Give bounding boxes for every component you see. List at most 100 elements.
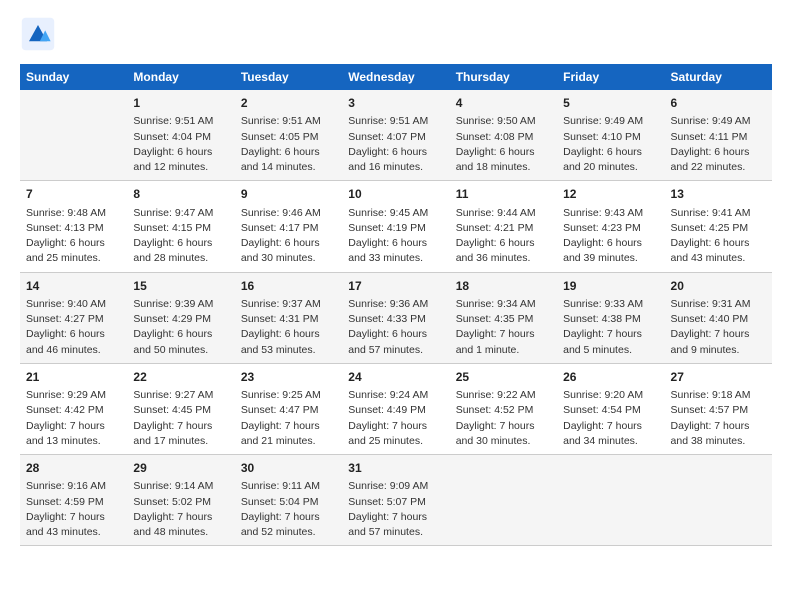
calendar-cell: 8 Sunrise: 9:47 AM Sunset: 4:15 PM Daylig… [127, 181, 234, 272]
calendar-cell: 11 Sunrise: 9:44 AM Sunset: 4:21 PM Dayli… [450, 181, 557, 272]
day-info: Sunrise: 9:37 AM Sunset: 4:31 PM Dayligh… [241, 297, 336, 358]
day-info: Sunrise: 9:16 AM Sunset: 4:59 PM Dayligh… [26, 479, 121, 540]
calendar-cell: 12 Sunrise: 9:43 AM Sunset: 4:23 PM Dayli… [557, 181, 664, 272]
calendar-cell: 2 Sunrise: 9:51 AM Sunset: 4:05 PM Daylig… [235, 90, 342, 181]
calendar-cell: 15 Sunrise: 9:39 AM Sunset: 4:29 PM Dayli… [127, 272, 234, 363]
page-container: SundayMondayTuesdayWednesdayThursdayFrid… [0, 0, 792, 556]
day-number: 11 [456, 186, 551, 203]
calendar-cell: 23Sunrise: 9:25 AM Sunset: 4:47 PM Dayli… [235, 363, 342, 454]
calendar-cell: 27 Sunrise: 9:18 AM Sunset: 4:57 PM Dayli… [665, 363, 772, 454]
weekday-header-monday: Monday [127, 64, 234, 90]
day-number: 21 [26, 369, 121, 386]
calendar-cell: 30 Sunrise: 9:11 AM Sunset: 5:04 PM Dayli… [235, 455, 342, 546]
day-number: 17 [348, 278, 443, 295]
calendar-cell: 5 Sunrise: 9:49 AM Sunset: 4:10 PM Daylig… [557, 90, 664, 181]
calendar-cell: 10Sunrise: 9:45 AM Sunset: 4:19 PM Dayli… [342, 181, 449, 272]
calendar-week-row: 21 Sunrise: 9:29 AM Sunset: 4:42 PM Dayli… [20, 363, 772, 454]
day-info: Sunrise: 9:40 AM Sunset: 4:27 PM Dayligh… [26, 297, 121, 358]
day-number: 6 [671, 95, 766, 112]
weekday-header-thursday: Thursday [450, 64, 557, 90]
day-info: Sunrise: 9:29 AM Sunset: 4:42 PM Dayligh… [26, 388, 121, 449]
day-info: Sunrise: 9:34 AM Sunset: 4:35 PM Dayligh… [456, 297, 551, 358]
day-number: 29 [133, 460, 228, 477]
weekday-header-sunday: Sunday [20, 64, 127, 90]
day-number: 1 [133, 95, 228, 112]
day-number: 27 [671, 369, 766, 386]
day-info: Sunrise: 9:27 AM Sunset: 4:45 PM Dayligh… [133, 388, 228, 449]
calendar-cell: 19 Sunrise: 9:33 AM Sunset: 4:38 PM Dayli… [557, 272, 664, 363]
day-number: 9 [241, 186, 336, 203]
day-number: 31 [348, 460, 443, 477]
calendar-cell: 17Sunrise: 9:36 AM Sunset: 4:33 PM Dayli… [342, 272, 449, 363]
day-number: 28 [26, 460, 121, 477]
calendar-cell: 7 Sunrise: 9:48 AM Sunset: 4:13 PM Daylig… [20, 181, 127, 272]
day-info: Sunrise: 9:39 AM Sunset: 4:29 PM Dayligh… [133, 297, 228, 358]
day-number: 18 [456, 278, 551, 295]
logo [20, 16, 60, 52]
calendar-week-row: 14 Sunrise: 9:40 AM Sunset: 4:27 PM Dayli… [20, 272, 772, 363]
calendar-cell: 4 Sunrise: 9:50 AM Sunset: 4:08 PM Daylig… [450, 90, 557, 181]
calendar-cell: 28 Sunrise: 9:16 AM Sunset: 4:59 PM Dayli… [20, 455, 127, 546]
day-number: 8 [133, 186, 228, 203]
page-header [20, 16, 772, 52]
day-info: Sunrise: 9:50 AM Sunset: 4:08 PM Dayligh… [456, 114, 551, 175]
day-info: Sunrise: 9:41 AM Sunset: 4:25 PM Dayligh… [671, 206, 766, 267]
calendar-table: SundayMondayTuesdayWednesdayThursdayFrid… [20, 64, 772, 546]
day-number: 24 [348, 369, 443, 386]
day-info: Sunrise: 9:11 AM Sunset: 5:04 PM Dayligh… [241, 479, 336, 540]
day-info: Sunrise: 9:14 AM Sunset: 5:02 PM Dayligh… [133, 479, 228, 540]
day-info: Sunrise: 9:44 AM Sunset: 4:21 PM Dayligh… [456, 206, 551, 267]
calendar-cell [450, 455, 557, 546]
calendar-cell: 21 Sunrise: 9:29 AM Sunset: 4:42 PM Dayli… [20, 363, 127, 454]
calendar-cell [665, 455, 772, 546]
day-info: Sunrise: 9:20 AM Sunset: 4:54 PM Dayligh… [563, 388, 658, 449]
day-number: 4 [456, 95, 551, 112]
weekday-header-friday: Friday [557, 64, 664, 90]
calendar-cell: 24 Sunrise: 9:24 AM Sunset: 4:49 PM Dayli… [342, 363, 449, 454]
calendar-cell: 31 Sunrise: 9:09 AM Sunset: 5:07 PM Dayli… [342, 455, 449, 546]
calendar-cell: 9Sunrise: 9:46 AM Sunset: 4:17 PM Daylig… [235, 181, 342, 272]
day-info: Sunrise: 9:24 AM Sunset: 4:49 PM Dayligh… [348, 388, 443, 449]
day-number: 5 [563, 95, 658, 112]
calendar-cell: 20 Sunrise: 9:31 AM Sunset: 4:40 PM Dayli… [665, 272, 772, 363]
day-info: Sunrise: 9:47 AM Sunset: 4:15 PM Dayligh… [133, 206, 228, 267]
calendar-cell: 25Sunrise: 9:22 AM Sunset: 4:52 PM Dayli… [450, 363, 557, 454]
day-number: 16 [241, 278, 336, 295]
day-number: 23 [241, 369, 336, 386]
day-info: Sunrise: 9:31 AM Sunset: 4:40 PM Dayligh… [671, 297, 766, 358]
calendar-cell: 13Sunrise: 9:41 AM Sunset: 4:25 PM Dayli… [665, 181, 772, 272]
day-number: 20 [671, 278, 766, 295]
day-info: Sunrise: 9:09 AM Sunset: 5:07 PM Dayligh… [348, 479, 443, 540]
day-info: Sunrise: 9:18 AM Sunset: 4:57 PM Dayligh… [671, 388, 766, 449]
calendar-cell: 16 Sunrise: 9:37 AM Sunset: 4:31 PM Dayli… [235, 272, 342, 363]
calendar-cell: 29 Sunrise: 9:14 AM Sunset: 5:02 PM Dayli… [127, 455, 234, 546]
day-info: Sunrise: 9:43 AM Sunset: 4:23 PM Dayligh… [563, 206, 658, 267]
day-number: 19 [563, 278, 658, 295]
logo-icon [20, 16, 56, 52]
day-info: Sunrise: 9:33 AM Sunset: 4:38 PM Dayligh… [563, 297, 658, 358]
calendar-cell: 14 Sunrise: 9:40 AM Sunset: 4:27 PM Dayli… [20, 272, 127, 363]
calendar-cell: 1Sunrise: 9:51 AM Sunset: 4:04 PM Daylig… [127, 90, 234, 181]
day-number: 3 [348, 95, 443, 112]
day-info: Sunrise: 9:51 AM Sunset: 4:07 PM Dayligh… [348, 114, 443, 175]
calendar-week-row: 1Sunrise: 9:51 AM Sunset: 4:04 PM Daylig… [20, 90, 772, 181]
day-number: 12 [563, 186, 658, 203]
day-info: Sunrise: 9:48 AM Sunset: 4:13 PM Dayligh… [26, 206, 121, 267]
calendar-cell: 26Sunrise: 9:20 AM Sunset: 4:54 PM Dayli… [557, 363, 664, 454]
day-info: Sunrise: 9:22 AM Sunset: 4:52 PM Dayligh… [456, 388, 551, 449]
day-info: Sunrise: 9:49 AM Sunset: 4:10 PM Dayligh… [563, 114, 658, 175]
day-number: 2 [241, 95, 336, 112]
weekday-header-wednesday: Wednesday [342, 64, 449, 90]
day-number: 7 [26, 186, 121, 203]
day-number: 22 [133, 369, 228, 386]
calendar-cell [557, 455, 664, 546]
day-number: 15 [133, 278, 228, 295]
calendar-week-row: 7 Sunrise: 9:48 AM Sunset: 4:13 PM Daylig… [20, 181, 772, 272]
calendar-cell: 18 Sunrise: 9:34 AM Sunset: 4:35 PM Dayli… [450, 272, 557, 363]
day-number: 30 [241, 460, 336, 477]
calendar-header-row: SundayMondayTuesdayWednesdayThursdayFrid… [20, 64, 772, 90]
day-number: 14 [26, 278, 121, 295]
calendar-cell [20, 90, 127, 181]
day-info: Sunrise: 9:51 AM Sunset: 4:05 PM Dayligh… [241, 114, 336, 175]
weekday-header-saturday: Saturday [665, 64, 772, 90]
